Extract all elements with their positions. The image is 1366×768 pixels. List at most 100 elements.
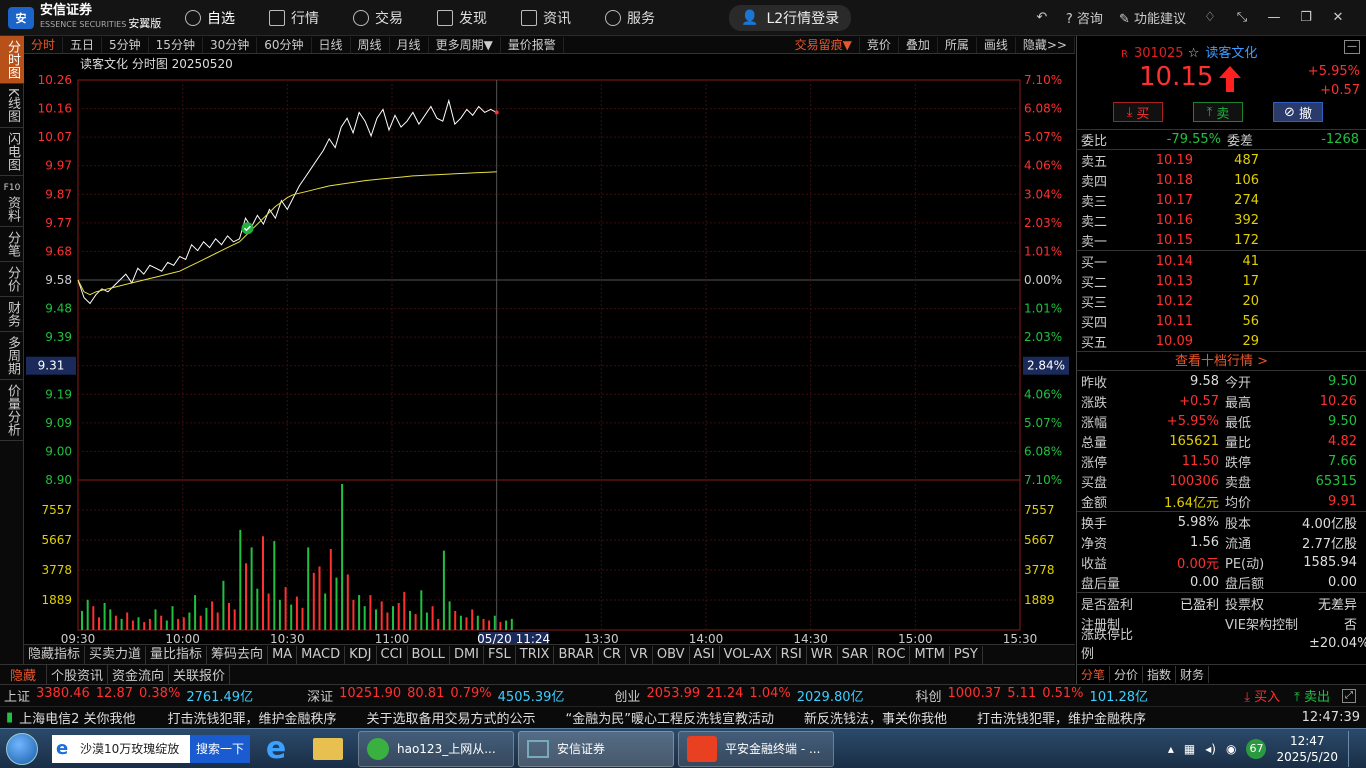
rtab-index[interactable]: 指数 bbox=[1143, 666, 1177, 683]
asks-row[interactable]: 卖三 10.17 274 bbox=[1077, 190, 1366, 210]
sell-button[interactable]: ⤒ 卖 bbox=[1193, 102, 1243, 122]
folder-icon[interactable] bbox=[302, 731, 354, 767]
network-icon[interactable]: ▦ bbox=[1184, 742, 1195, 756]
shrink-icon[interactable]: ⤡ bbox=[1234, 10, 1250, 25]
news-item[interactable]: 关你我他 bbox=[83, 708, 135, 727]
indicator-tab[interactable]: ROC bbox=[873, 645, 911, 664]
feedback-link[interactable]: ✎ 功能建议 bbox=[1119, 8, 1186, 27]
indicator-tab[interactable]: FSL bbox=[484, 645, 516, 664]
info-hide[interactable]: 隐藏 bbox=[0, 665, 48, 684]
asks-row[interactable]: 卖四 10.18 106 bbox=[1077, 170, 1366, 190]
tab-price-dist[interactable]: 分价 bbox=[0, 262, 24, 297]
chart-canvas[interactable]: 10.26 7.10% 10.16 6.08% 10.07 5.07% 9.97 4.06% 9… bbox=[24, 54, 1075, 646]
indicator-tab[interactable]: ASI bbox=[690, 645, 720, 664]
index-sz[interactable]: 深证 10251.90 80.81 0.79% 4505.39亿 bbox=[303, 686, 564, 705]
news-item[interactable]: 新反洗钱法，事关你我他 bbox=[804, 708, 947, 727]
draw-button[interactable]: 画线 bbox=[977, 36, 1016, 53]
ten-level-link[interactable]: 查看十档行情 > bbox=[1077, 351, 1366, 371]
minimize-icon[interactable]: — bbox=[1266, 10, 1282, 25]
auction-button[interactable]: 竞价 bbox=[860, 36, 899, 53]
buy-button[interactable]: ⤓ 买 bbox=[1113, 102, 1163, 122]
overlay-button[interactable]: 叠加 bbox=[899, 36, 938, 53]
asks-row[interactable]: 卖一 10.15 172 bbox=[1077, 230, 1366, 250]
indicator-tab[interactable]: CR bbox=[599, 645, 626, 664]
taskbar-app[interactable]: hao123_上网从... bbox=[358, 730, 514, 767]
indicator-tab[interactable]: MTM bbox=[910, 645, 950, 664]
indicator-tab[interactable]: VR bbox=[626, 645, 653, 664]
restore-icon[interactable]: ❐ bbox=[1298, 10, 1314, 25]
news-item[interactable]: “金融为民”暖心工程反洗钱宣教活动 bbox=[565, 708, 773, 727]
indicator-tab[interactable]: DMI bbox=[450, 645, 484, 664]
back-icon[interactable]: ↶ bbox=[1034, 10, 1050, 25]
nav-trade[interactable]: 交易 bbox=[353, 8, 403, 28]
index-sh[interactable]: 上证 3380.46 12.87 0.38% 2761.49亿 bbox=[0, 686, 253, 705]
bids-row[interactable]: 买三 10.12 20 bbox=[1077, 291, 1366, 311]
period-5min[interactable]: 5分钟 bbox=[102, 36, 149, 53]
start-button[interactable] bbox=[0, 730, 44, 768]
tab-multi-period[interactable]: 多周期 bbox=[0, 332, 24, 380]
close-icon[interactable]: ✕ bbox=[1330, 10, 1346, 25]
tab-flash[interactable]: 闪电图 bbox=[0, 128, 24, 176]
indicator-tab[interactable]: SAR bbox=[838, 645, 874, 664]
show-desktop-button[interactable] bbox=[1348, 730, 1358, 767]
indicator-tab[interactable]: 买卖力道 bbox=[85, 645, 147, 664]
asks-row[interactable]: 卖五 10.19 487 bbox=[1077, 150, 1366, 170]
indicator-tab[interactable]: BRAR bbox=[554, 645, 599, 664]
shirt-icon[interactable]: ♢ bbox=[1202, 10, 1218, 25]
info-related-quotes[interactable]: 关联报价 bbox=[169, 665, 231, 684]
index-kc[interactable]: 科创 1000.37 5.11 0.51% 101.28亿 bbox=[912, 686, 1149, 705]
tray-expand-icon[interactable]: ▴ bbox=[1168, 742, 1174, 756]
news-item[interactable]: 关于选取备用交易方式的公示 bbox=[366, 708, 535, 727]
period-more[interactable]: 更多周期▼ bbox=[429, 36, 501, 53]
period-intraday[interactable]: 分时 bbox=[24, 36, 64, 53]
nav-discover[interactable]: 发现 bbox=[437, 8, 487, 28]
indicator-tab[interactable]: BOLL bbox=[408, 645, 450, 664]
rtab-ticks[interactable]: 分笔 bbox=[1077, 666, 1111, 683]
asks-row[interactable]: 卖二 10.16 392 bbox=[1077, 210, 1366, 230]
indicator-tab[interactable]: MACD bbox=[297, 645, 346, 664]
info-fund-flow[interactable]: 资金流向 bbox=[108, 665, 170, 684]
period-month[interactable]: 月线 bbox=[390, 36, 429, 53]
search-button[interactable]: 搜索一下 bbox=[189, 734, 250, 763]
tab-finance[interactable]: 财务 bbox=[0, 297, 24, 332]
indicator-tab[interactable]: RSI bbox=[777, 645, 807, 664]
price-alert[interactable]: 量价报警 bbox=[501, 36, 564, 53]
collapse-icon[interactable]: — bbox=[1344, 40, 1360, 54]
news-item[interactable]: 打击洗钱犯罪，维护金融秩序 bbox=[167, 708, 336, 727]
app-logo[interactable]: 安 安信证券 ESSENCE SECURITIES 安翼版 bbox=[0, 0, 165, 36]
hide-panel-button[interactable]: 隐藏>> bbox=[1016, 36, 1075, 53]
indicator-tab[interactable]: 量比指标 bbox=[146, 645, 208, 664]
period-15min[interactable]: 15分钟 bbox=[149, 36, 203, 53]
taskbar-app[interactable]: 平安金融终端 - ... bbox=[678, 730, 834, 767]
bids-row[interactable]: 买二 10.13 17 bbox=[1077, 271, 1366, 291]
period-week[interactable]: 周线 bbox=[351, 36, 390, 53]
badge-counter[interactable]: 67 bbox=[1246, 738, 1267, 759]
period-60min[interactable]: 60分钟 bbox=[257, 36, 312, 53]
tab-intraday[interactable]: 分时图 bbox=[0, 36, 24, 84]
nav-watchlist[interactable]: 自选 bbox=[185, 8, 235, 28]
bids-row[interactable]: 买五 10.09 29 bbox=[1077, 331, 1366, 351]
tab-volume-analysis[interactable]: 价量分析 bbox=[0, 380, 24, 441]
taskbar-search[interactable]: e 沙漠10万玫瑰绽放 搜索一下 bbox=[52, 734, 250, 763]
indicator-tab[interactable]: VOL-AX bbox=[720, 645, 777, 664]
period-day[interactable]: 日线 bbox=[312, 36, 351, 53]
indicator-tab[interactable]: KDJ bbox=[345, 645, 377, 664]
info-stock-news[interactable]: 个股资讯 bbox=[47, 665, 109, 684]
clock[interactable]: 12:47 2025/5/20 bbox=[1276, 733, 1338, 765]
nav-news[interactable]: 资讯 bbox=[521, 8, 571, 28]
nav-service[interactable]: 服务 bbox=[605, 8, 655, 28]
rtab-price[interactable]: 分价 bbox=[1110, 666, 1144, 683]
indicator-tab[interactable]: 筹码去向 bbox=[207, 645, 269, 664]
indicator-tab[interactable]: 隐藏指标 bbox=[24, 645, 86, 664]
ie-browser-icon[interactable]: e bbox=[250, 731, 302, 767]
indicator-tab[interactable]: PSY bbox=[950, 645, 983, 664]
indicator-tab[interactable]: MA bbox=[268, 645, 298, 664]
indicator-tab[interactable]: OBV bbox=[653, 645, 690, 664]
taskbar-app[interactable]: 安信证券 bbox=[518, 730, 674, 767]
belongs-button[interactable]: 所属 bbox=[938, 36, 977, 53]
quick-buy-button[interactable]: ⤓ 买入 bbox=[1244, 686, 1280, 705]
rtab-finance[interactable]: 财务 bbox=[1176, 666, 1210, 683]
tab-f10[interactable]: F10 资料 bbox=[0, 176, 24, 227]
news-item[interactable]: 打击洗钱犯罪，维护金融秩序 bbox=[977, 708, 1146, 727]
indicator-tab[interactable]: WR bbox=[807, 645, 838, 664]
